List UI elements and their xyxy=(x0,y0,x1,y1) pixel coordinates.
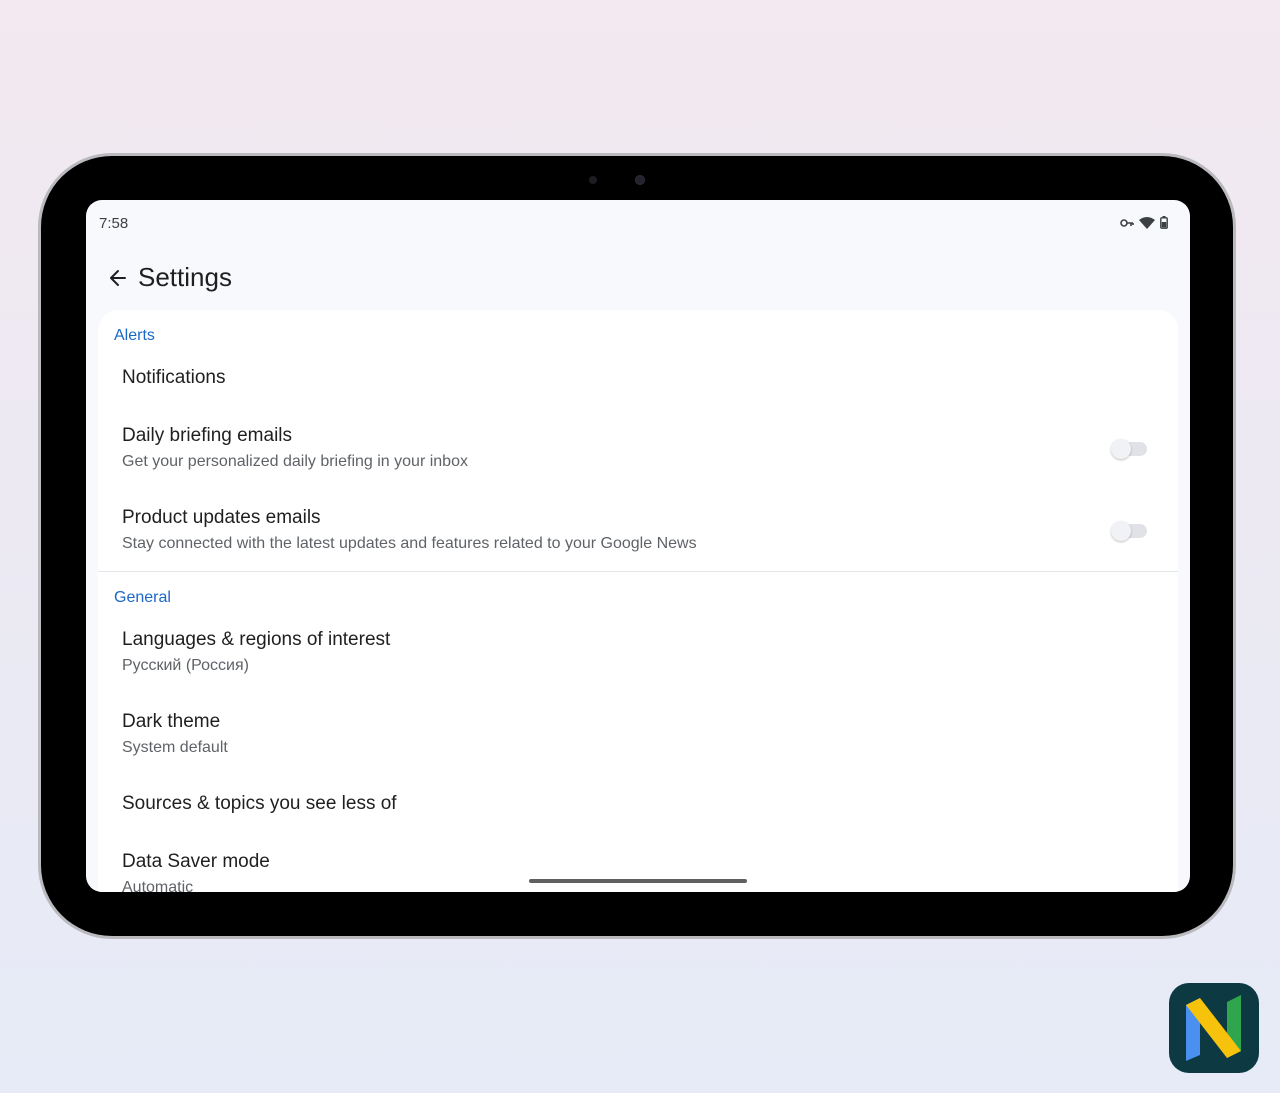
front-camera xyxy=(635,175,645,185)
section-header-alerts: Alerts xyxy=(114,327,155,344)
section-divider xyxy=(98,571,1178,572)
status-time: 7:58 xyxy=(99,215,129,232)
logo-letter-n xyxy=(1186,995,1241,1061)
setting-product-updates-emails[interactable]: Product updates emails Stay connected wi… xyxy=(122,506,1162,555)
product-updates-toggle[interactable] xyxy=(1111,521,1147,541)
setting-title: Daily briefing emails xyxy=(122,425,293,446)
setting-dark-theme[interactable]: Dark theme System default xyxy=(122,710,1162,759)
google-news-n-logo-icon xyxy=(1169,983,1259,1073)
setting-subtitle: Русский (Россия) xyxy=(122,657,249,674)
setting-subtitle: System default xyxy=(122,739,228,756)
status-bar: 7:58 xyxy=(86,200,1190,244)
setting-sources-topics-less[interactable]: Sources & topics you see less of xyxy=(122,792,1162,816)
setting-languages-regions[interactable]: Languages & regions of interest Русский … xyxy=(122,628,1162,677)
arrow-back-icon xyxy=(110,270,126,286)
setting-title: Notifications xyxy=(122,367,226,388)
setting-title: Dark theme xyxy=(122,711,221,732)
section-header-general: General xyxy=(114,589,171,606)
app-bar: Settings xyxy=(86,256,1190,300)
battery-icon xyxy=(1160,216,1168,229)
sensor-dot xyxy=(589,176,597,184)
setting-title: Product updates emails xyxy=(122,507,321,528)
setting-title: Data Saver mode xyxy=(122,851,270,872)
setting-title: Sources & topics you see less of xyxy=(122,793,397,814)
setting-daily-briefing-emails[interactable]: Daily briefing emails Get your personali… xyxy=(122,424,1162,473)
page-title: Settings xyxy=(138,262,232,292)
toggle-knob xyxy=(1111,521,1131,541)
wifi-icon xyxy=(1139,216,1155,229)
setting-subtitle: Stay connected with the latest updates a… xyxy=(122,535,697,552)
home-indicator[interactable] xyxy=(529,879,747,883)
setting-title: Languages & regions of interest xyxy=(122,629,391,650)
setting-subtitle: Get your personalized daily briefing in … xyxy=(122,453,468,470)
key-icon xyxy=(1120,218,1134,227)
daily-briefing-toggle[interactable] xyxy=(1111,439,1147,459)
tablet-screen: 7:58 Settings Alerts Notifications Daily… xyxy=(86,200,1190,892)
status-icons xyxy=(1120,216,1168,229)
setting-notifications[interactable]: Notifications xyxy=(122,366,1162,390)
settings-list: Alerts Notifications Daily briefing emai… xyxy=(98,310,1178,892)
setting-data-saver-mode[interactable]: Data Saver mode Automatic xyxy=(122,850,1162,892)
back-button[interactable] xyxy=(104,264,132,292)
toggle-knob xyxy=(1111,439,1131,459)
